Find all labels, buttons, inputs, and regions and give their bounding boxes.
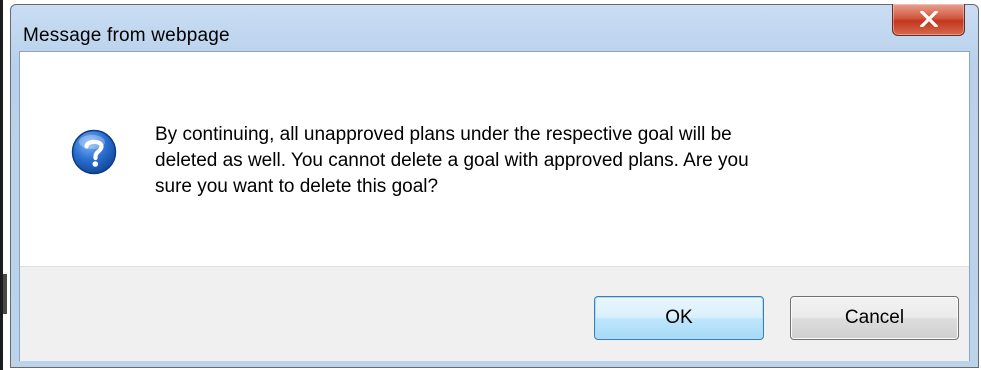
message-text: By continuing, all unapproved plans unde… — [155, 122, 935, 200]
message-line: By continuing, all unapproved plans unde… — [155, 124, 732, 145]
ok-button[interactable]: OK — [594, 296, 764, 340]
question-icon — [71, 129, 117, 175]
message-area: By continuing, all unapproved plans unde… — [20, 52, 969, 266]
dialog-client-area: By continuing, all unapproved plans unde… — [19, 51, 970, 361]
close-button[interactable] — [892, 4, 965, 36]
message-line: sure you want to delete this goal? — [155, 176, 439, 197]
screen: Message from webpage By continuing, all … — [0, 0, 981, 370]
background-window-notch — [3, 274, 7, 314]
cancel-button[interactable]: Cancel — [790, 296, 959, 340]
button-bar: OK Cancel — [20, 266, 969, 361]
message-dialog: Message from webpage By continuing, all … — [10, 4, 979, 368]
background-window-edge — [0, 0, 3, 370]
message-line: deleted as well. You cannot delete a goa… — [155, 150, 749, 171]
dialog-title: Message from webpage — [23, 25, 230, 46]
close-x-icon — [920, 11, 938, 27]
